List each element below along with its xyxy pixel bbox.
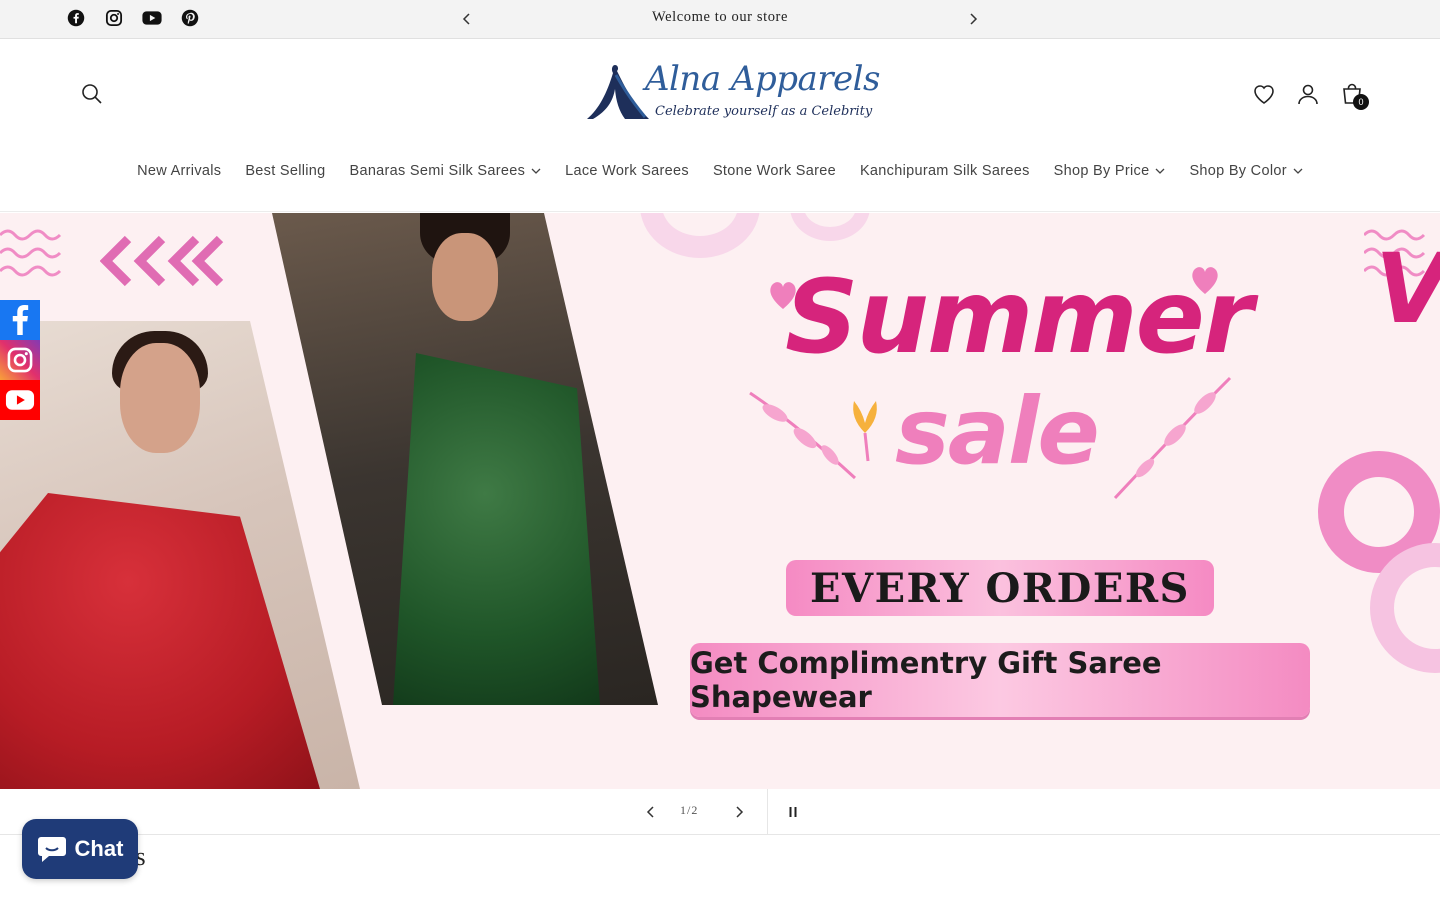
slideshow-controls: 1/2 bbox=[0, 789, 1440, 835]
facebook-icon[interactable] bbox=[66, 8, 86, 28]
heart-icon bbox=[1254, 85, 1274, 104]
nav-item-label: Best Selling bbox=[245, 163, 326, 179]
announcement-bar: Welcome to our store bbox=[0, 0, 1440, 39]
header-social-links bbox=[66, 8, 200, 28]
nav-item-label: Shop By Color bbox=[1189, 163, 1287, 179]
hero-headline-summer: Summer bbox=[785, 258, 1253, 377]
model-face bbox=[432, 233, 498, 321]
nav-item-best-selling[interactable]: Best Selling bbox=[233, 159, 337, 183]
nav-item-kanchipuram-silk-sarees[interactable]: Kanchipuram Silk Sarees bbox=[848, 159, 1042, 183]
main-navigation: New Arrivals Best Selling Banaras Semi Sil… bbox=[0, 159, 1440, 183]
nav-item-label: Stone Work Saree bbox=[712, 163, 836, 179]
slide-counter: 1/2 bbox=[680, 803, 699, 817]
chat-bubble-icon bbox=[37, 837, 66, 862]
nav-item-stone-work-saree[interactable]: Stone Work Saree bbox=[701, 159, 848, 183]
floating-facebook-button[interactable] bbox=[0, 300, 40, 340]
cart-count-badge: 0 bbox=[1353, 94, 1369, 110]
slide-next-button[interactable] bbox=[729, 802, 749, 822]
hero-slide[interactable]: Summer sale EVERY ORDERS Get Complimentr… bbox=[0, 213, 1440, 789]
floating-instagram-button[interactable] bbox=[0, 340, 40, 380]
chat-label: Chat bbox=[74, 836, 124, 861]
slide-prev-button[interactable] bbox=[641, 802, 661, 822]
chevron-right-icon bbox=[970, 13, 978, 25]
decor-ring bbox=[790, 213, 870, 241]
slide-pause-button[interactable] bbox=[783, 802, 803, 822]
chevron-down-icon bbox=[531, 168, 541, 174]
hero-edge-letter: V bbox=[1375, 233, 1440, 345]
decor-ring bbox=[640, 213, 760, 258]
nav-item-banaras-semi-silk-sarees[interactable]: Banaras Semi Silk Sarees bbox=[337, 159, 553, 183]
nav-item-label: New Arrivals bbox=[137, 163, 222, 179]
chevron-down-icon bbox=[1293, 168, 1303, 174]
chat-button[interactable]: Chat bbox=[22, 819, 138, 879]
floating-youtube-button[interactable] bbox=[0, 380, 40, 420]
announcement-text: Welcome to our store bbox=[651, 9, 789, 25]
logo-figure-icon bbox=[587, 65, 649, 119]
instagram-icon bbox=[7, 347, 33, 373]
pinterest-icon[interactable] bbox=[180, 8, 200, 28]
chevron-down-icon bbox=[1155, 168, 1165, 174]
logo-title: Alna Apparels bbox=[645, 59, 880, 99]
youtube-icon[interactable] bbox=[142, 8, 162, 28]
chevron-left-icon bbox=[462, 13, 470, 25]
hero-headline-sale: sale bbox=[895, 378, 1100, 485]
nav-item-label: Kanchipuram Silk Sarees bbox=[859, 163, 1030, 179]
model-face bbox=[120, 343, 200, 453]
chevron-left-icon bbox=[646, 806, 654, 818]
decor-wave-icon bbox=[0, 229, 62, 277]
instagram-icon[interactable] bbox=[104, 8, 124, 28]
logo-tagline: Celebrate yourself as a Celebrity bbox=[655, 104, 873, 119]
hero-badge-every-orders: EVERY ORDERS bbox=[786, 560, 1214, 616]
nav-item-label: Lace Work Sarees bbox=[565, 163, 689, 179]
account-button[interactable] bbox=[1295, 81, 1321, 107]
site-logo[interactable]: Alna Apparels Celebrate yourself as a Ce… bbox=[585, 59, 880, 127]
wishlist-button[interactable] bbox=[1251, 81, 1277, 107]
search-icon bbox=[82, 84, 102, 104]
announcement-prev-button[interactable] bbox=[458, 10, 476, 28]
nav-item-shop-by-color[interactable]: Shop By Color bbox=[1177, 159, 1314, 183]
facebook-icon bbox=[12, 305, 29, 335]
controls-divider bbox=[767, 789, 768, 835]
floating-social-bar bbox=[0, 300, 40, 420]
user-icon bbox=[1298, 84, 1318, 105]
nav-item-new-arrivals[interactable]: New Arrivals bbox=[125, 159, 233, 183]
youtube-icon bbox=[5, 390, 35, 410]
site-header: Alna Apparels Celebrate yourself as a Ce… bbox=[0, 39, 1440, 212]
announcement-next-button[interactable] bbox=[964, 10, 982, 28]
leaf-branch-icon bbox=[1113, 376, 1232, 500]
hero-badge-gift: Get Complimentry Gift Saree Shapewear bbox=[690, 643, 1310, 717]
nav-item-shop-by-price[interactable]: Shop By Price bbox=[1042, 159, 1178, 183]
decor-chevrons-icon bbox=[100, 235, 224, 287]
nav-item-lace-work-sarees[interactable]: Lace Work Sarees bbox=[553, 159, 701, 183]
pause-icon bbox=[789, 807, 797, 817]
flower-decor-icon bbox=[853, 401, 877, 462]
cart-button[interactable]: 0 bbox=[1339, 81, 1369, 110]
chevron-right-icon bbox=[736, 806, 744, 818]
search-button[interactable] bbox=[80, 82, 104, 106]
nav-item-label: Banaras Semi Silk Sarees bbox=[349, 163, 526, 179]
nav-item-label: Shop By Price bbox=[1053, 163, 1150, 179]
